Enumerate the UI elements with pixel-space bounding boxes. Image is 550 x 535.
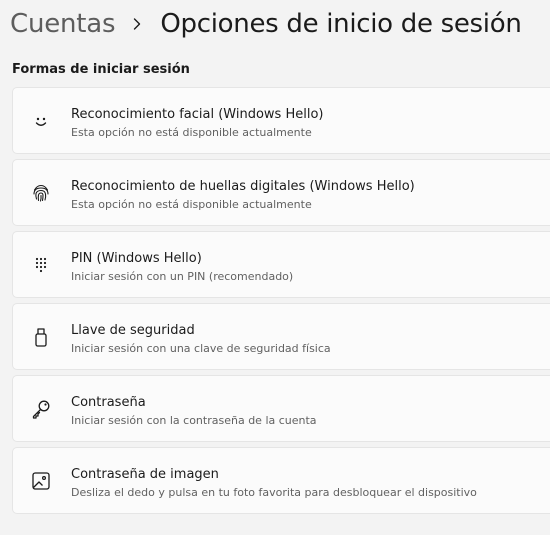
face-icon <box>30 110 52 132</box>
fingerprint-icon <box>30 182 52 204</box>
key-icon <box>30 398 52 420</box>
option-title: Reconocimiento de huellas digitales (Win… <box>71 179 415 194</box>
option-security-key[interactable]: Llave de seguridad Iniciar sesión con un… <box>12 303 550 370</box>
option-facial-recognition[interactable]: Reconocimiento facial (Windows Hello) Es… <box>12 87 550 154</box>
option-subtitle: Desliza el dedo y pulsa en tu foto favor… <box>71 486 477 499</box>
option-title: Contraseña <box>71 395 146 410</box>
option-pin[interactable]: PIN (Windows Hello) Iniciar sesión con u… <box>12 231 550 298</box>
option-subtitle: Iniciar sesión con un PIN (recomendado) <box>71 270 294 283</box>
picture-icon <box>30 470 52 492</box>
option-subtitle: Esta opción no está disponible actualmen… <box>71 126 312 139</box>
option-title: Llave de seguridad <box>71 323 195 338</box>
breadcrumb: Cuentas Opciones de inicio de sesión <box>10 4 522 44</box>
option-subtitle: Iniciar sesión con una clave de segurida… <box>71 342 331 355</box>
option-subtitle: Iniciar sesión con la contraseña de la c… <box>71 414 317 427</box>
option-title: Reconocimiento facial (Windows Hello) <box>71 107 324 122</box>
option-title: Contraseña de imagen <box>71 467 219 482</box>
chevron-right-icon <box>127 14 147 34</box>
page-title: Opciones de inicio de sesión <box>160 9 522 39</box>
keypad-icon <box>30 254 52 276</box>
option-subtitle: Esta opción no está disponible actualmen… <box>71 198 312 211</box>
usb-key-icon <box>30 326 52 348</box>
option-picture-password[interactable]: Contraseña de imagen Desliza el dedo y p… <box>12 447 550 514</box>
option-password[interactable]: Contraseña Iniciar sesión con la contras… <box>12 375 550 442</box>
option-fingerprint[interactable]: Reconocimiento de huellas digitales (Win… <box>12 159 550 226</box>
section-title: Formas de iniciar sesión <box>12 62 190 77</box>
option-title: PIN (Windows Hello) <box>71 251 202 266</box>
breadcrumb-parent-link[interactable]: Cuentas <box>10 9 116 39</box>
